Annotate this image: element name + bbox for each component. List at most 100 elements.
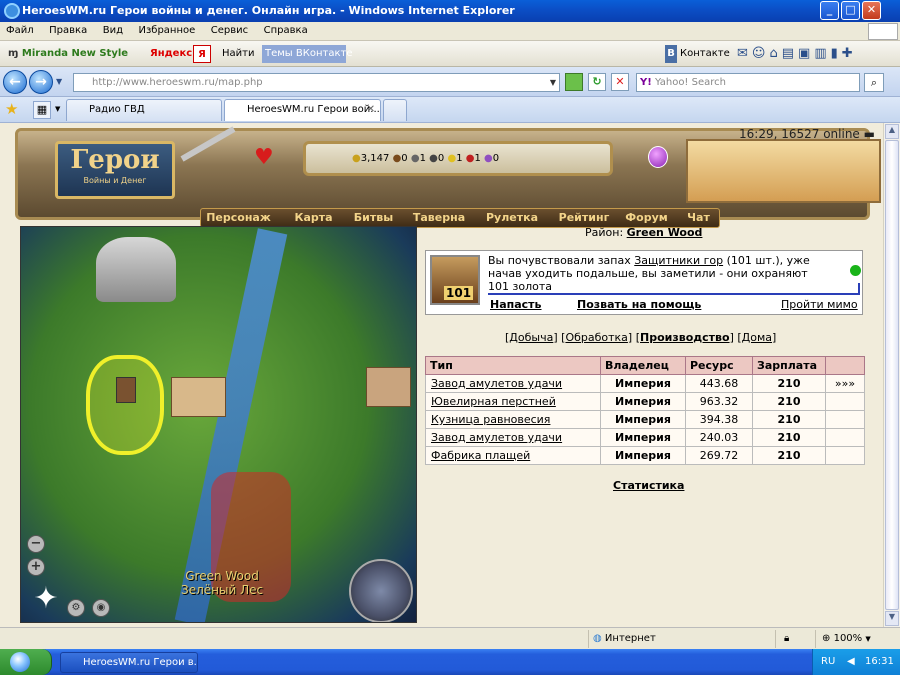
menu-favorites[interactable]: Избранное xyxy=(132,22,201,39)
minimize-button[interactable]: _ xyxy=(820,1,839,20)
miranda-link[interactable]: ɱ Miranda New Style xyxy=(8,45,128,63)
search-button[interactable]: ⌕ xyxy=(864,73,884,92)
favorites-star-icon[interactable]: ★ xyxy=(5,100,18,118)
stop-button[interactable]: ✕ xyxy=(611,73,629,91)
menu-tools[interactable]: Сервис xyxy=(205,22,254,39)
tab-production[interactable]: Производство xyxy=(640,331,730,344)
col-extra xyxy=(825,356,865,375)
salary-cell: 210 xyxy=(752,410,826,429)
menu-help[interactable]: Справка xyxy=(258,22,314,39)
protected-mode-icon[interactable]: 🔒︎ xyxy=(775,630,815,648)
call-help-link[interactable]: Позвать на помощь xyxy=(577,298,701,311)
nav-chat[interactable]: Чат xyxy=(676,209,721,227)
mailbox-icon[interactable]: ▬ xyxy=(864,127,875,141)
address-bar[interactable]: http://www.heroeswm.ru/map.php ▼ xyxy=(73,73,560,92)
scroll-up-icon[interactable]: ▲ xyxy=(885,124,899,139)
menu-file[interactable]: Файл xyxy=(0,22,40,39)
map-view-button[interactable]: ◉ xyxy=(92,599,110,617)
resources-panel: ●3,147 ●0 ●1 ●0 ●1 ●1 ●0 xyxy=(303,141,613,176)
yandex-logo[interactable]: Яндекс xyxy=(150,45,192,63)
pass-by-link[interactable]: Пройти мимо xyxy=(781,298,858,311)
folder-icon[interactable]: ▤ xyxy=(782,46,798,61)
map-current-district[interactable] xyxy=(86,355,164,455)
facility-link[interactable]: Завод амулетов удачи xyxy=(425,428,601,447)
photo-icon[interactable]: ▣ xyxy=(798,46,814,61)
map-town-east[interactable] xyxy=(366,367,411,407)
zoom-out-button[interactable]: − xyxy=(27,535,45,553)
quick-tabs-icon[interactable]: ▦ xyxy=(33,101,51,119)
nav-battles[interactable]: Битвы xyxy=(346,209,401,227)
find-button[interactable]: Найти xyxy=(222,45,254,63)
district-label: Район: Green Wood xyxy=(585,226,702,239)
close-button[interactable]: ✕ xyxy=(862,1,881,20)
tab-mining[interactable]: Добыча xyxy=(509,331,553,344)
menu-view[interactable]: Вид xyxy=(97,22,129,39)
facility-link[interactable]: Завод амулетов удачи xyxy=(425,374,601,393)
map-castle[interactable] xyxy=(171,377,226,417)
tab-houses[interactable]: Дома xyxy=(742,331,772,344)
volume-icon[interactable]: ◀ xyxy=(847,656,855,667)
scroll-down-icon[interactable]: ▼ xyxy=(885,611,899,626)
zoom-control[interactable]: ⊕ 100% ▼ xyxy=(815,630,897,648)
more-link[interactable]: »»» xyxy=(825,374,865,393)
notes-icon[interactable]: ▥ xyxy=(814,46,830,61)
globe-zone-icon: ◍ xyxy=(593,633,602,644)
monster-name-link[interactable]: Защитники гор xyxy=(634,254,723,267)
facility-link[interactable]: Кузница равновесия xyxy=(425,410,601,429)
gear-icon: ⚙ xyxy=(71,602,81,613)
compass-star-icon[interactable]: ✦ xyxy=(29,582,63,616)
facility-link[interactable]: Ювелирная перстней xyxy=(425,392,601,411)
table-row: Ювелирная перстней Империя 963.32 210 xyxy=(425,392,865,411)
mail-icon[interactable]: ✉ xyxy=(737,46,752,61)
taskbar-ie-window[interactable]: HeroesWM.ru Герои в... xyxy=(60,652,198,673)
language-indicator[interactable]: RU xyxy=(821,656,835,667)
attack-link[interactable]: Напасть xyxy=(490,298,542,311)
zoom-dropdown-icon[interactable]: ▼ xyxy=(865,635,870,643)
new-tab-button[interactable] xyxy=(383,99,407,121)
tab-processing[interactable]: Обработка xyxy=(565,331,627,344)
home-icon[interactable]: ⌂ xyxy=(769,46,781,61)
search-input[interactable]: Y! Yahoo! Search xyxy=(636,73,860,92)
clock[interactable]: 16:31 xyxy=(865,656,894,667)
more-cell xyxy=(825,392,865,411)
tab-list-dropdown-icon[interactable]: ▼ xyxy=(55,105,60,113)
nav-map[interactable]: Карта xyxy=(281,209,346,227)
game-logo[interactable]: Герои Войны и Денег xyxy=(55,141,175,199)
tab-heroeswm[interactable]: HeroesWM.ru Герои вой... ✕ xyxy=(224,99,381,121)
map-compass-control[interactable] xyxy=(349,559,413,622)
address-dropdown-icon[interactable]: ▼ xyxy=(550,74,556,91)
district-name-link[interactable]: Green Wood xyxy=(627,226,703,239)
nav-roulette[interactable]: Рулетка xyxy=(477,209,547,227)
user-icon[interactable]: ☺ xyxy=(752,46,770,61)
vertical-scrollbar[interactable]: ▲ ▼ xyxy=(883,123,900,627)
plus-icon[interactable]: ✚ xyxy=(842,46,857,61)
zoom-in-button[interactable]: + xyxy=(27,558,45,576)
back-button[interactable]: ← xyxy=(3,70,27,94)
vk-themes-button[interactable]: Темы ВКонтакте xyxy=(262,45,352,63)
history-dropdown-icon[interactable]: ▼ xyxy=(56,77,62,86)
menu-edit[interactable]: Правка xyxy=(43,22,93,39)
nav-tavern[interactable]: Таверна xyxy=(404,209,474,227)
toolbar-icons[interactable]: ✉☺⌂▤▣▥▮✚ xyxy=(737,45,857,63)
nav-forum[interactable]: Форум xyxy=(619,209,674,227)
forward-button[interactable]: → xyxy=(29,70,53,94)
nav-rating[interactable]: Рейтинг xyxy=(549,209,619,227)
page-icon[interactable]: ▮ xyxy=(831,46,842,61)
system-tray: RU ◀ 16:31 xyxy=(812,649,900,675)
statistics-link[interactable]: Статистика xyxy=(613,479,684,492)
tab-radio[interactable]: Радио ГВД xyxy=(66,99,222,121)
maximize-button[interactable]: □ xyxy=(841,1,860,20)
compat-icon[interactable] xyxy=(565,73,583,91)
window-titlebar[interactable]: HeroesWM.ru Герои войны и денег. Онлайн … xyxy=(0,0,900,22)
start-button[interactable] xyxy=(0,649,52,675)
refresh-button[interactable]: ↻ xyxy=(588,73,606,91)
world-map[interactable]: Green Wood Зелёный Лес − + ✦ ⚙ ◉ xyxy=(20,226,417,623)
facility-link[interactable]: Фабрика плащей xyxy=(425,446,601,465)
vkontakte-link[interactable]: Контакте xyxy=(680,45,730,63)
resource-cell: 394.38 xyxy=(685,410,753,429)
scroll-thumb[interactable] xyxy=(885,140,899,610)
nav-character[interactable]: Персонаж xyxy=(201,209,276,227)
yandex-search-button[interactable]: Я xyxy=(193,45,211,63)
map-settings-button[interactable]: ⚙ xyxy=(67,599,85,617)
tab-close-icon[interactable]: ✕ xyxy=(367,100,375,120)
